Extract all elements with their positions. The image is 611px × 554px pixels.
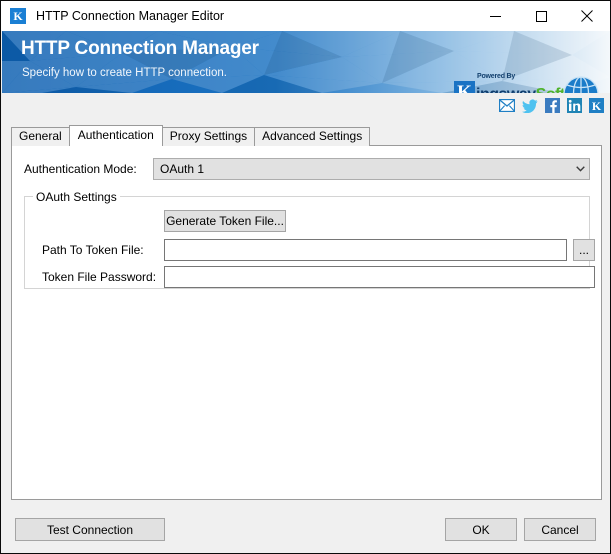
window-title: HTTP Connection Manager Editor — [36, 9, 225, 23]
authentication-mode-label: Authentication Mode: — [24, 162, 137, 176]
oauth-settings-group: OAuth Settings Generate Token File... Pa… — [24, 190, 595, 289]
kingswaysoft-logo-k: K — [454, 81, 475, 93]
tab-proxy-settings[interactable]: Proxy Settings — [161, 127, 256, 146]
path-to-token-file-input[interactable] — [164, 239, 567, 261]
svg-text:K: K — [592, 99, 602, 113]
ok-button[interactable]: OK — [445, 518, 517, 541]
test-connection-button[interactable]: Test Connection — [15, 518, 165, 541]
generate-token-file-button[interactable]: Generate Token File... — [164, 210, 286, 232]
close-icon[interactable] — [564, 1, 610, 31]
twitter-icon[interactable] — [522, 98, 538, 113]
minimize-icon[interactable] — [472, 1, 518, 31]
oauth-settings-legend: OAuth Settings — [33, 190, 120, 204]
authentication-tab-panel: Authentication Mode: OAuth 1 OAuth Setti… — [11, 145, 602, 500]
banner-subtitle: Specify how to create HTTP connection. — [22, 67, 227, 79]
email-icon[interactable] — [498, 98, 516, 113]
kingswaysoft-icon[interactable]: K — [589, 98, 604, 113]
cancel-button[interactable]: Cancel — [524, 518, 596, 541]
authentication-mode-value: OAuth 1 — [160, 162, 205, 176]
tab-general[interactable]: General — [11, 127, 70, 146]
path-to-token-file-label: Path To Token File: — [42, 243, 144, 257]
browse-token-file-button[interactable]: ... — [573, 239, 595, 261]
window-controls — [472, 1, 610, 31]
kingswaysoft-logo-mid: ingsway — [476, 86, 536, 93]
kingswaysoft-logo: K Powered By ingswaySoft — [454, 73, 566, 93]
banner-title: HTTP Connection Manager — [21, 38, 259, 59]
http-connection-manager-editor-window: K HTTP Connection Manager Editor HTTP Co… — [0, 0, 611, 554]
authentication-mode-select[interactable]: OAuth 1 — [153, 158, 590, 180]
powered-by-label: Powered By — [477, 73, 516, 80]
linkedin-icon[interactable] — [567, 98, 582, 113]
kingswaysoft-k-icon: K — [10, 8, 26, 24]
kingswaysoft-logo-end: Soft — [536, 86, 566, 93]
tab-authentication[interactable]: Authentication — [68, 125, 163, 147]
footer-bar: Test Connection OK Cancel — [2, 506, 610, 552]
title-bar: K HTTP Connection Manager Editor — [1, 1, 610, 31]
facebook-icon[interactable] — [545, 98, 560, 113]
header-banner: HTTP Connection Manager Specify how to c… — [2, 31, 610, 93]
token-file-password-label: Token File Password: — [42, 270, 157, 284]
tab-advanced-settings[interactable]: Advanced Settings — [254, 127, 371, 146]
token-file-password-input[interactable] — [164, 266, 595, 288]
maximize-icon[interactable] — [518, 1, 564, 31]
social-links: K — [498, 98, 604, 113]
kingswaysoft-logo-wordmark: Powered By ingswaySoft — [476, 73, 566, 93]
tab-bar: General Authentication Proxy Settings Ad… — [11, 125, 371, 147]
chevron-down-icon — [571, 166, 589, 172]
globe-icon — [562, 75, 600, 93]
